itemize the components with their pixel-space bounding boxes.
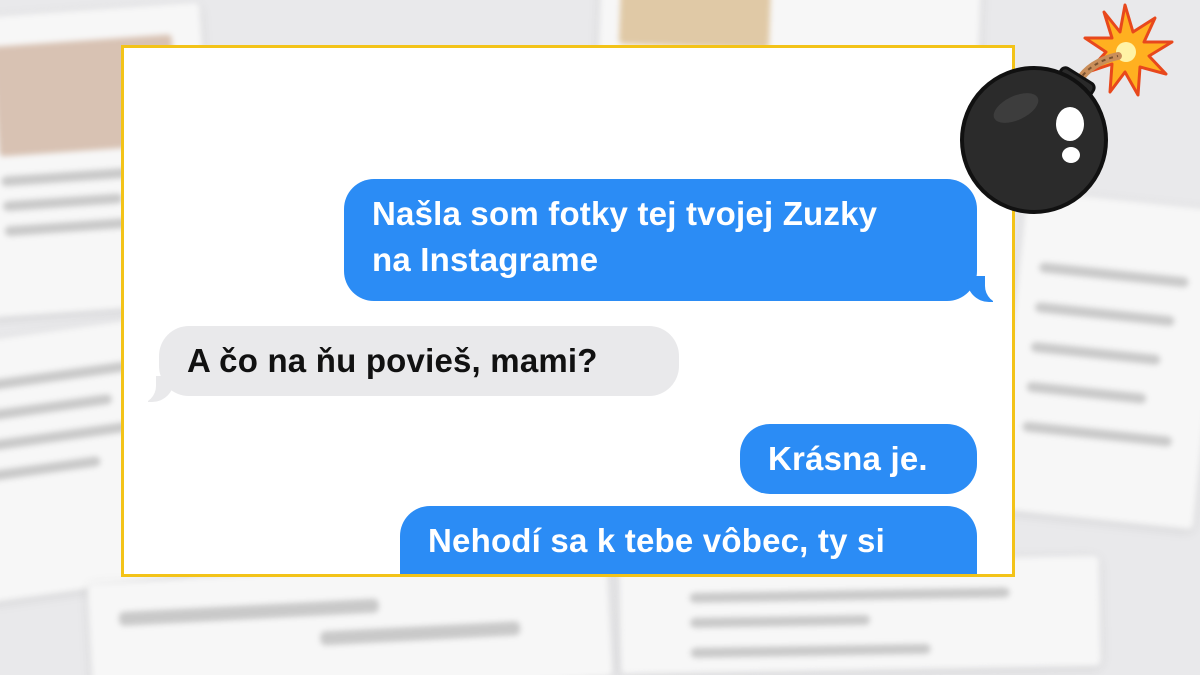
message-bubble-outgoing: Nehodí sa k tebe vôbec, ty si xyxy=(400,506,977,574)
bomb-body xyxy=(960,66,1108,214)
bubble-tail xyxy=(134,374,174,404)
message-bubble-incoming: A čo na ňu povieš, mami? xyxy=(159,326,679,396)
background-card xyxy=(993,190,1200,530)
message-bubble-outgoing: Našla som fotky tej tvojej Zuzky na Inst… xyxy=(344,179,977,301)
message-text: na Instagrame xyxy=(372,241,599,278)
chat-screenshot: Našla som fotky tej tvojej Zuzky na Inst… xyxy=(121,45,1015,577)
message-text: Nehodí sa k tebe vôbec, ty si xyxy=(428,522,885,559)
message-text: Krásna je. xyxy=(768,440,928,477)
message-text: Našla som fotky tej tvojej Zuzky xyxy=(372,195,878,232)
message-text: A čo na ňu povieš, mami? xyxy=(187,342,598,379)
message-bubble-outgoing: Krásna je. xyxy=(740,424,977,494)
bubble-tail xyxy=(967,274,1007,304)
bomb-icon xyxy=(960,3,1174,214)
